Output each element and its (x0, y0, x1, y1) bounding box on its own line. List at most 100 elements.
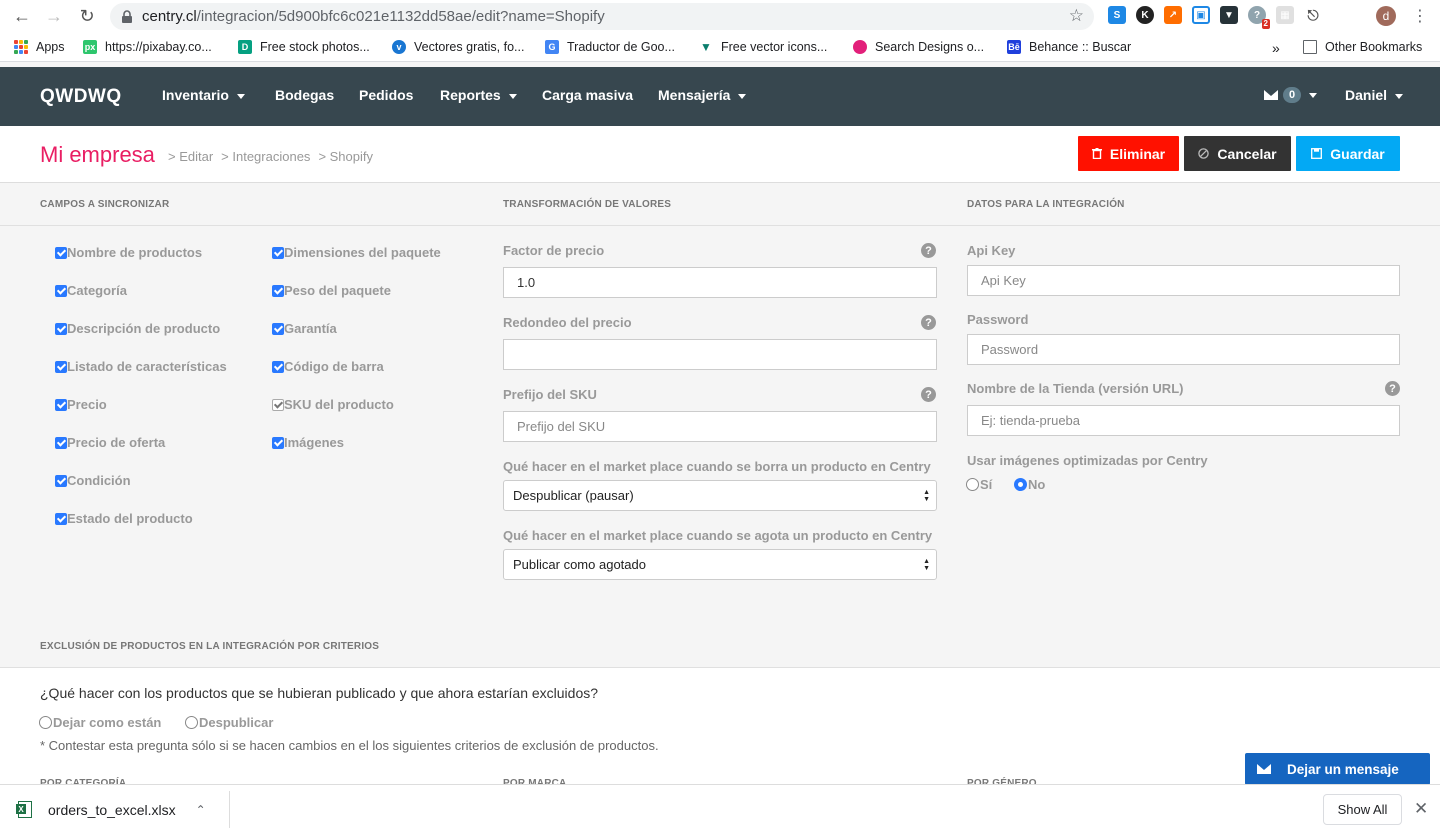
caret-down-icon (738, 93, 747, 99)
cancel-button[interactable]: Cancelar (1184, 136, 1291, 171)
bookmark-other[interactable]: Other Bookmarks (1303, 40, 1422, 54)
checkbox-caracteristicas[interactable]: Listado de características (55, 359, 227, 374)
radio-keep[interactable]: Dejar como están (39, 715, 161, 730)
nav-mensajeria[interactable]: Mensajería (658, 87, 747, 103)
help-icon[interactable]: ? (921, 387, 936, 402)
checkbox-checked-icon (272, 322, 284, 335)
checkbox-estado[interactable]: Estado del producto (55, 511, 193, 526)
checkbox-imagenes[interactable]: Imágenes (272, 435, 344, 450)
price-rounding-input[interactable] (503, 339, 937, 370)
nav-inventario[interactable]: Inventario (162, 87, 245, 103)
floppy-disk-icon (1311, 148, 1323, 159)
reload-icon[interactable]: ↻ (76, 5, 98, 27)
breadcrumb-integraciones[interactable]: > Integraciones (221, 149, 310, 164)
bookmark-apps[interactable]: Apps (14, 40, 65, 54)
extension-pin-icon[interactable]: ⎋ (1304, 6, 1322, 24)
checkbox-codigo-barra[interactable]: Código de barra (272, 359, 384, 374)
bookmark-vector-icons[interactable]: ▼ Free vector icons... (699, 40, 827, 54)
caret-down-icon (236, 93, 245, 99)
close-icon[interactable]: ✕ (1414, 799, 1428, 819)
on-delete-select[interactable]: Despublicar (pausar) ▲ ▼ (503, 480, 937, 511)
extension-grid-icon[interactable]: ▦ (1276, 6, 1294, 24)
store-name-input[interactable] (967, 405, 1400, 436)
excel-file-icon (16, 801, 32, 818)
extension-help-icon[interactable]: ? 2 (1248, 6, 1270, 29)
extension-chart-icon[interactable]: ↗ (1164, 6, 1182, 24)
extension-s-icon[interactable]: S (1108, 6, 1126, 24)
envelope-icon (1264, 90, 1278, 100)
extension-window-icon[interactable]: ▣ (1192, 6, 1210, 24)
checkbox-checked-icon (55, 436, 67, 449)
bookmark-traductor[interactable]: G Traductor de Goo... (545, 40, 675, 54)
checkbox-checked-icon (272, 360, 284, 373)
breadcrumb-shopify[interactable]: > Shopify (318, 149, 373, 164)
radio-unpublish[interactable]: Despublicar (185, 715, 273, 730)
price-factor-input[interactable] (503, 267, 937, 298)
extension-shield-icon[interactable]: ▼ (1220, 6, 1238, 24)
radio-optimized-no[interactable]: No (1014, 477, 1045, 492)
messages-dropdown[interactable]: 0 (1264, 87, 1318, 103)
radio-unchecked-icon (966, 478, 979, 491)
bookmarks-overflow-icon[interactable]: » (1272, 40, 1280, 56)
bookmark-star-icon[interactable]: ☆ (1069, 6, 1084, 26)
help-icon[interactable]: ? (1385, 381, 1400, 396)
checkbox-categoria[interactable]: Categoría (55, 283, 127, 298)
exclusion-question: ¿Qué hacer con los productos que se hubi… (40, 685, 599, 701)
bookmarks-bar: Apps px https://pixabay.co... D Free stock… (0, 33, 1440, 62)
on-soldout-select[interactable]: Publicar como agotado ▲ ▼ (503, 549, 937, 580)
breadcrumb: > Editar > Integraciones > Shopify (168, 149, 373, 164)
help-icon[interactable]: ? (921, 315, 936, 330)
page-header: Mi empresa > Editar > Integraciones > Sh… (0, 126, 1440, 183)
api-key-input[interactable] (967, 265, 1400, 296)
caret-down-icon (1309, 92, 1318, 98)
checkbox-peso[interactable]: Peso del paquete (272, 283, 391, 298)
checkbox-disabled-icon (272, 398, 284, 411)
radio-optimized-yes[interactable]: Sí (966, 477, 992, 492)
checkbox-precio-oferta[interactable]: Precio de oferta (55, 435, 165, 450)
folder-icon (1303, 40, 1317, 54)
bookmark-behance[interactable]: Bē Behance :: Buscar (1007, 40, 1131, 54)
bookmark-dribbble[interactable]: Search Designs o... (853, 40, 984, 54)
checkbox-condicion[interactable]: Condición (55, 473, 131, 488)
leave-message-button[interactable]: Dejar un mensaje (1245, 753, 1430, 785)
nav-reportes[interactable]: Reportes (440, 87, 517, 103)
caret-down-icon (508, 93, 517, 99)
nav-bodegas[interactable]: Bodegas (275, 87, 334, 103)
checkbox-sku: SKU del producto (272, 397, 394, 412)
breadcrumb-editar[interactable]: > Editar (168, 149, 213, 164)
checkbox-garantia[interactable]: Garantía (272, 321, 337, 336)
checkbox-descripcion[interactable]: Descripción de producto (55, 321, 220, 336)
sku-prefix-input[interactable] (503, 411, 937, 442)
show-all-button[interactable]: Show All (1323, 794, 1402, 825)
password-input[interactable] (967, 334, 1400, 365)
bookmark-vectores[interactable]: v Vectores gratis, fo... (392, 40, 524, 54)
back-icon[interactable]: ← (11, 5, 33, 27)
chevron-up-icon[interactable]: ⌃ (196, 803, 206, 817)
checkbox-precio[interactable]: Precio (55, 397, 107, 412)
password-label: Password (967, 312, 1029, 327)
download-item[interactable]: orders_to_excel.xlsx ⌃ (16, 801, 206, 818)
rounding-label: Redondeo del precio (503, 315, 632, 330)
extension-k-icon[interactable]: K (1136, 6, 1154, 24)
checkbox-dimensiones[interactable]: Dimensiones del paquete (272, 245, 441, 260)
sku-prefix-label: Prefijo del SKU (503, 387, 597, 402)
profile-avatar[interactable]: d (1376, 6, 1396, 26)
brand-logo[interactable]: QWDWQ (40, 86, 122, 108)
delete-button[interactable]: Eliminar (1078, 136, 1179, 171)
nav-pedidos[interactable]: Pedidos (359, 87, 413, 103)
bookmark-pixabay[interactable]: px https://pixabay.co... (83, 40, 212, 54)
help-icon[interactable]: ? (921, 243, 936, 258)
user-menu[interactable]: Daniel (1345, 87, 1404, 103)
behance-icon: Bē (1007, 40, 1021, 54)
address-bar[interactable]: centry.cl/integracion/5d900bfc6c021e1132… (110, 3, 1094, 30)
nav-carga-masiva[interactable]: Carga masiva (542, 87, 633, 103)
url-path: /integracion/5d900bfc6c021e1132dd58ae/ed… (196, 8, 605, 25)
bookmark-stock-photos[interactable]: D Free stock photos... (238, 40, 370, 54)
browser-menu-icon[interactable]: ⋮ (1412, 6, 1428, 26)
divider (0, 225, 1440, 226)
forward-icon[interactable]: → (43, 5, 65, 27)
save-button[interactable]: Guardar (1296, 136, 1400, 171)
flaticon-icon: ▼ (699, 40, 713, 54)
checkbox-nombre-productos[interactable]: Nombre de productos (55, 245, 202, 260)
exclusion-panel: ¿Qué hacer con los productos que se hubi… (0, 668, 1440, 789)
